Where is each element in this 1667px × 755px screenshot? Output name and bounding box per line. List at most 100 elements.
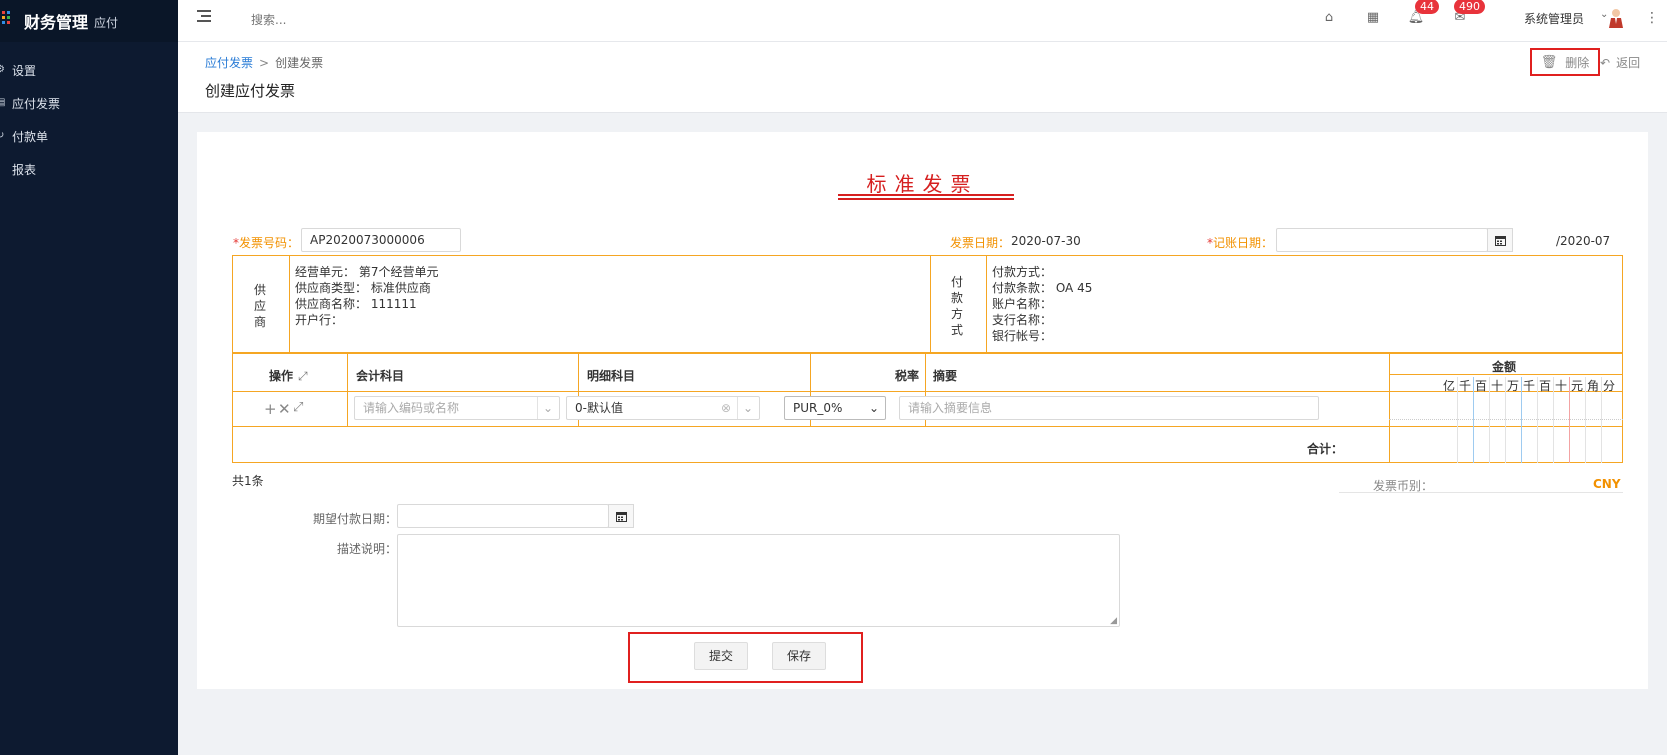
notification-badge: 44 [1415, 0, 1439, 14]
supplier-payment-box [232, 255, 1623, 353]
submit-button[interactable]: 提交 [694, 642, 748, 670]
menu-toggle-icon[interactable] [197, 10, 213, 24]
invoice-date-value: 2020-07-30 [1011, 234, 1081, 248]
title-underline [838, 194, 1014, 196]
app-logo[interactable]: 财务管理 应付 [0, 0, 178, 42]
currency-value: CNY [1593, 477, 1621, 491]
delete-button[interactable]: 🗑︎ 删除 [1530, 48, 1600, 76]
clear-icon[interactable]: ⊗ [721, 397, 731, 419]
calendar-icon[interactable] [608, 504, 634, 528]
amount-column-line [1537, 377, 1538, 463]
trash-icon: 🗑︎ [1540, 54, 1558, 70]
delete-row-icon[interactable]: ✕ [278, 400, 291, 418]
amount-column-line [1473, 377, 1474, 463]
payment-method-label: 付款方式 [950, 275, 963, 337]
chevron-down-icon: ⌄ [536, 397, 553, 419]
tax-rate-select[interactable]: PUR_0% ⌄ [784, 396, 886, 420]
divider [1339, 492, 1623, 493]
chevron-down-icon: ⌄ [868, 401, 879, 415]
tax-rate-value: PUR_0% [793, 401, 843, 415]
summary-header: 摘要 [933, 369, 958, 383]
payment-method-text: 付款方式： [992, 265, 1053, 279]
calendar-icon[interactable] [1487, 228, 1513, 252]
page-header: 应付发票 > 创建发票 创建应付发票 🗑︎ 删除 ↶ 返回 [178, 42, 1667, 113]
breadcrumb-current: 创建发票 [275, 56, 324, 70]
expand-icon[interactable]: ⤢ [298, 369, 308, 383]
invoice-card: 标准发票 *发票号码： AP2020073000006 发票日期： 2020-0… [197, 132, 1648, 689]
sidebar-item-label: 付款单 [12, 129, 49, 144]
sidebar-item-payments[interactable]: ↻ 付款单 [0, 121, 178, 151]
apps-grid-icon [2, 11, 14, 25]
detail-value: 0-默认值 [575, 401, 623, 415]
sidebar-item-label: 报表 [12, 162, 37, 177]
back-icon: ↶ [1600, 56, 1611, 70]
amount-column-line [1585, 377, 1586, 463]
amount-column-line [1521, 377, 1522, 463]
account-name-text: 账户名称： [992, 297, 1053, 311]
amount-row-dotted-line [1389, 419, 1623, 420]
delete-label: 删除 [1565, 55, 1590, 70]
record-count: 共1条 [232, 474, 264, 488]
period-value: /2020-07 [1556, 234, 1611, 248]
supplier-type-text: 供应商类型： 标准供应商 [295, 281, 431, 295]
expected-date-field[interactable] [397, 504, 609, 528]
total-label: 合计： [1307, 442, 1344, 456]
description-label: 描述说明： [337, 542, 398, 556]
expand-icon[interactable]: ⤢ [293, 400, 303, 415]
user-name[interactable]: 系统管理员 [1524, 10, 1584, 27]
divider [347, 353, 348, 426]
invoice-date-label: 发票日期： [950, 236, 1011, 250]
amount-column-line [1553, 377, 1554, 463]
amount-column-line [1601, 377, 1602, 463]
sidebar-item-label: 设置 [12, 63, 37, 78]
business-unit-text: 经营单元： 第7个经营单元 [295, 265, 439, 279]
op-header: 操作 ⤢ [269, 369, 308, 383]
detail-select[interactable]: 0-默认值 ⊗ ⌄ [566, 396, 760, 420]
resize-handle-icon[interactable]: ◢ [1110, 616, 1117, 626]
avatar[interactable] [1608, 8, 1624, 28]
divider [289, 255, 290, 353]
sidebar-item-settings[interactable]: ⚙ 设置 [0, 55, 178, 85]
account-placeholder: 请输入编码或名称 [363, 401, 460, 415]
post-date-field[interactable] [1276, 228, 1488, 252]
invoice-no-label: *发票号码： [233, 236, 300, 250]
tax-header: 税率 [895, 369, 920, 383]
add-row-icon[interactable]: + [264, 400, 277, 418]
amount-column-line [1505, 377, 1506, 463]
breadcrumb-separator: > [259, 56, 270, 70]
description-textarea[interactable]: ◢ [397, 534, 1120, 627]
invoice-title: 标准发票 [866, 172, 979, 196]
payment-terms-text: 付款条款： OA 45 [992, 281, 1093, 295]
bank-text: 开户行： [295, 313, 344, 327]
divider [986, 255, 987, 353]
back-label: 返回 [1616, 56, 1641, 70]
save-button[interactable]: 保存 [772, 642, 826, 670]
app-subtitle: 应付 [94, 16, 119, 30]
more-icon[interactable]: ⋮ [1645, 10, 1659, 26]
back-button[interactable]: ↶ 返回 [1600, 54, 1640, 71]
expected-date-label: 期望付款日期： [313, 512, 398, 526]
apps-icon[interactable]: ▦ [1364, 9, 1382, 27]
supplier-label: 供应商 [253, 283, 266, 329]
sidebar-item-label: 应付发票 [12, 96, 61, 111]
gear-icon: ⚙ [0, 64, 5, 75]
summary-placeholder: 请输入摘要信息 [908, 401, 993, 415]
sidebar-item-reports[interactable]: ▖ 报表 [0, 154, 178, 184]
sidebar-item-invoices[interactable]: ▤ 应付发票 [0, 88, 178, 118]
amount-column-line [1569, 377, 1570, 463]
amount-column-line [1489, 377, 1490, 463]
breadcrumb: 应付发票 > 创建发票 [205, 54, 323, 71]
page-title: 创建应付发票 [205, 82, 296, 100]
account-select[interactable]: 请输入编码或名称 ⌄ [354, 396, 560, 420]
invoice-icon: ▤ [0, 97, 6, 108]
summary-input[interactable]: 请输入摘要信息 [899, 396, 1319, 420]
breadcrumb-link[interactable]: 应付发票 [205, 56, 253, 70]
supplier-name-text: 供应商名称： 111111 [295, 297, 417, 311]
amount-grid [1389, 377, 1623, 463]
invoice-no-field[interactable]: AP2020073000006 [301, 228, 461, 252]
search-input[interactable] [251, 9, 451, 31]
title-underline [838, 198, 1014, 200]
amount-header: 金额 [1492, 360, 1517, 374]
home-icon[interactable]: ⌂ [1320, 9, 1338, 27]
divider [930, 255, 931, 353]
